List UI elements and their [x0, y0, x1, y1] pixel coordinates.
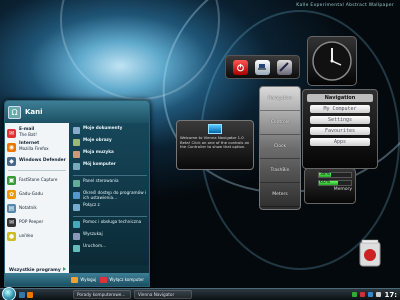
tray-icon[interactable] [360, 292, 366, 297]
memory-label: Memory [333, 187, 352, 192]
nav-button-clock[interactable]: Clock [260, 135, 300, 159]
webcam-icon: ● [7, 231, 16, 241]
program-access-icon [73, 192, 80, 199]
nav-item-favourites[interactable]: Favourites [310, 127, 370, 135]
network-icon [73, 204, 80, 211]
welcome-gadget: Welcome to Vienna Navigator 1.0 Beta! Cl… [176, 120, 254, 170]
memory-meter: 60% [318, 180, 352, 186]
mail-checker-icon: ✉ [7, 217, 16, 227]
pinned-programs: ✉ E-mail The Bat! ◉ Internet Mozilla Firefox… [5, 123, 69, 265]
program-faststone[interactable]: ▣ FastStone Capture [5, 173, 69, 187]
wallpaper-caption: Kalle Experimental Abstract Wallpaper [296, 3, 394, 8]
taskbar: Porady komputerowe... Vienna Navigator 1… [0, 286, 400, 300]
taskbar-button-vienna[interactable]: Vienna Navigator [134, 290, 192, 299]
menu-separator [73, 175, 147, 176]
navigator-controller: Navigation Controls Clock TrashBin Meter… [259, 86, 301, 210]
capture-icon: ▣ [7, 175, 16, 185]
program-notatnik[interactable]: ▤ Notatnik [5, 201, 69, 215]
help-icon [73, 221, 80, 228]
menu-separator [73, 216, 147, 217]
logoff-button[interactable]: Wyloguj [71, 276, 96, 283]
program-windows-defender[interactable]: ◆ Windows Defender [5, 154, 69, 168]
firefox-icon[interactable] [27, 291, 33, 298]
place-music[interactable]: Moja muzyka [73, 149, 147, 160]
place-pictures[interactable]: Moje obrazy [73, 137, 147, 148]
tray-icon[interactable] [368, 292, 374, 297]
place-connect-to[interactable]: Połącz z [73, 202, 147, 213]
place-computer[interactable]: Mój komputer [73, 161, 147, 172]
cpu-percent: 38% [320, 172, 331, 177]
program-gadu-gadu[interactable]: ✿ Gadu-Gadu [5, 187, 69, 201]
desktop-icon[interactable] [19, 291, 25, 298]
run-icon [73, 245, 80, 252]
user-name: Kani [25, 108, 43, 116]
place-search[interactable]: Wyszukaj [73, 231, 147, 242]
place-help[interactable]: Pomoc i obsługa techniczna [73, 219, 147, 230]
arrow-right-icon [62, 267, 66, 271]
recycle-bin-icon[interactable] [356, 238, 384, 268]
power-icon[interactable] [233, 59, 249, 75]
music-icon [73, 151, 80, 158]
laptop-icon[interactable] [254, 59, 270, 75]
system-places: Moje dokumenty Moje obrazy Moja muzyka M… [69, 123, 149, 265]
program-internet[interactable]: ◉ Internet Mozilla Firefox [5, 140, 69, 154]
start-menu-header: Ω Kani [5, 101, 149, 123]
control-panel-icon [73, 180, 80, 187]
program-email[interactable]: ✉ E-mail The Bat! [5, 126, 69, 140]
user-avatar[interactable]: Ω [8, 105, 21, 119]
search-icon [73, 233, 80, 240]
taskbar-clock[interactable]: 17: [384, 291, 397, 299]
pen-icon[interactable] [276, 59, 292, 75]
nav-item-settings[interactable]: Settings [310, 116, 370, 124]
start-menu-footer: Wyloguj Wyłącz komputer [5, 273, 149, 286]
nav-item-my-computer[interactable]: My Computer [310, 105, 370, 113]
clock-face-icon [312, 41, 352, 81]
quick-icons-gadget [225, 55, 300, 79]
system-tray: 17: [352, 291, 400, 299]
navigation-panel-title: Navigation [307, 94, 373, 102]
analog-clock-gadget [307, 36, 357, 86]
place-documents[interactable]: Moje dokumenty [73, 125, 147, 136]
documents-icon [73, 127, 80, 134]
nav-button-controls[interactable]: Controls [260, 111, 300, 135]
power-icon [100, 276, 108, 283]
gadu-gadu-icon: ✿ [7, 189, 16, 199]
place-run[interactable]: Uruchom... [73, 243, 147, 254]
meters-gadget: 38% 60% Memory [304, 168, 356, 204]
menu-separator [8, 170, 66, 171]
memory-percent: 60% [320, 180, 331, 185]
defender-icon: ◆ [7, 156, 16, 166]
firefox-icon: ◉ [7, 142, 16, 152]
welcome-text: Welcome to Vienna Navigator 1.0 Beta! Cl… [180, 135, 250, 150]
place-program-access[interactable]: Określ dostęp do programów i ich ustawie… [73, 190, 147, 201]
tray-icon[interactable] [352, 292, 358, 297]
program-univeo[interactable]: ● uniVeo [5, 229, 69, 243]
monitor-icon [208, 124, 222, 134]
start-menu: Ω Kani ✉ E-mail The Bat! ◉ Internet Mozilla … [4, 100, 150, 287]
nav-item-apps[interactable]: Apps [310, 138, 370, 146]
logoff-icon [71, 276, 79, 283]
email-icon: ✉ [7, 128, 16, 138]
quick-launch [19, 291, 33, 298]
notepad-icon: ▤ [7, 203, 16, 213]
shutdown-button[interactable]: Wyłącz komputer [100, 276, 144, 283]
computer-icon [73, 163, 80, 170]
pictures-icon [73, 139, 80, 146]
start-button[interactable] [2, 286, 16, 300]
place-control-panel[interactable]: Panel sterowania [73, 178, 147, 189]
taskbar-button-porady[interactable]: Porady komputerowe... [73, 290, 131, 299]
cpu-meter: 38% [318, 172, 352, 178]
navigation-panel: Navigation My Computer Settings Favourit… [302, 89, 378, 169]
program-pop-peeper[interactable]: ✉ POP Peeper [5, 215, 69, 229]
nav-button-navigation[interactable]: Navigation [260, 87, 300, 111]
nav-button-trashbin[interactable]: TrashBin [260, 159, 300, 183]
nav-button-meters[interactable]: Meters [260, 183, 300, 207]
volume-icon[interactable] [376, 292, 382, 297]
